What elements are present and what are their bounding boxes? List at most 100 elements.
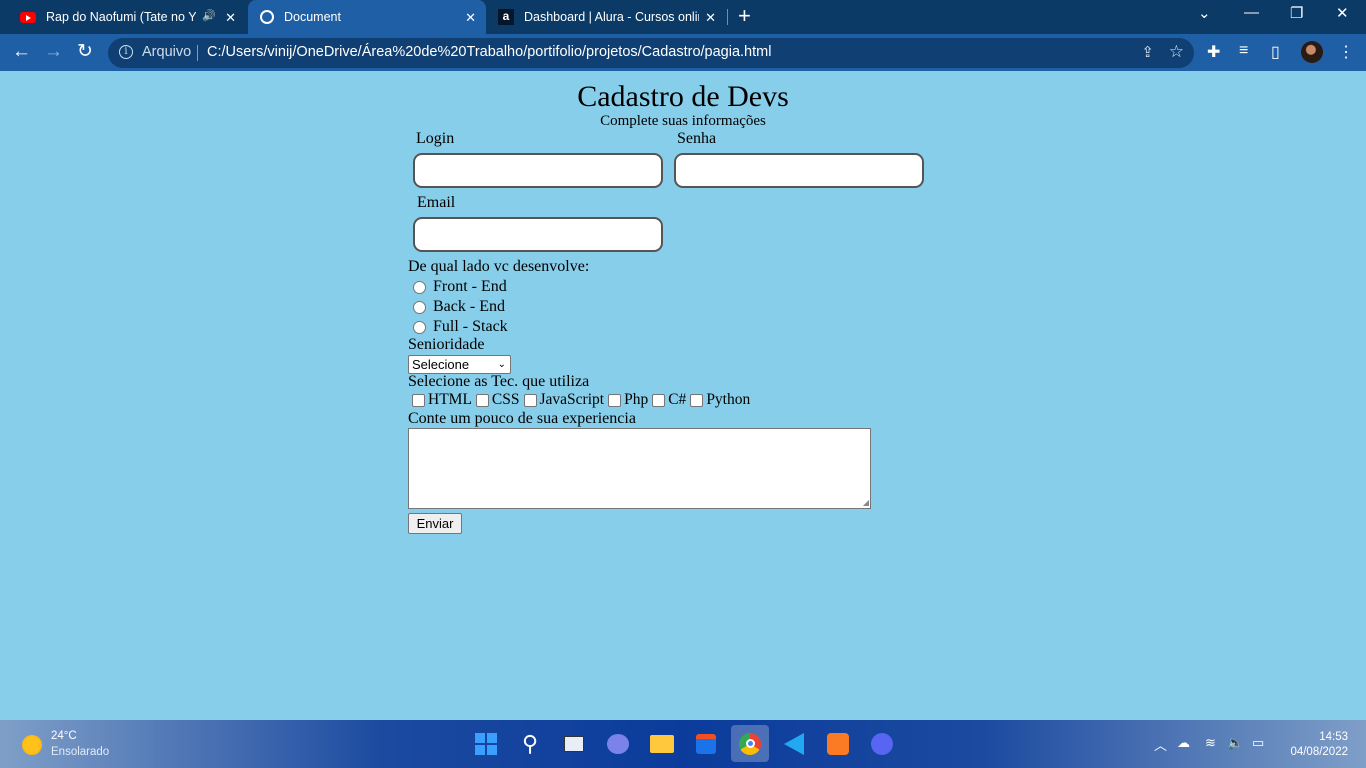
teams-chat-icon[interactable] [602,728,634,760]
onedrive-cloud-icon[interactable]: ☁ [1177,735,1190,751]
checkbox-label: C# [668,391,687,408]
microsoft-store-icon[interactable] [690,728,722,760]
radio-label: Back - End [433,298,505,315]
chevron-up-icon[interactable]: ︿ [1154,735,1167,754]
info-icon[interactable]: i [119,45,133,59]
sun-icon[interactable] [22,735,42,755]
task-view-icon[interactable] [558,728,590,760]
radio-back-end[interactable]: Back - End [413,298,505,316]
chevron-down-icon: ⌄ [497,359,506,370]
close-tab-icon[interactable]: ✕ [225,10,236,26]
checkbox-label: Python [706,391,751,408]
submit-button[interactable]: Enviar [408,513,462,534]
checkbox-label: HTML [428,391,472,408]
alura-icon: a [498,9,514,25]
speaker-icon[interactable]: 🔊 [202,9,216,22]
tab-title: Dashboard | Alura - Cursos online [524,10,699,24]
email-label: Email [417,194,456,211]
tab-alura[interactable]: a Dashboard | Alura - Cursos online ✕ [488,0,726,34]
profile-avatar[interactable] [1301,41,1323,63]
radio-button[interactable] [413,280,426,294]
windows-taskbar: 24°C Ensolarado ⚲ ︿ ☁ ≋ 🔈 ▭ 14:53 04/08/… [0,720,1366,768]
experience-label: Conte um pouco de sua experiencia [408,410,636,427]
menu-icon[interactable]: ⋮ [1338,42,1354,62]
checkbox-label: CSS [491,391,520,408]
login-label: Login [416,130,455,147]
tab-divider [727,9,728,25]
youtube-icon [20,11,36,23]
scheme-label: Arquivo [142,44,192,60]
radio-button[interactable] [413,320,426,334]
tab-document[interactable]: Document ✕ [248,0,486,34]
radio-label: Front - End [433,278,507,295]
search-icon[interactable]: ⚲ [514,728,546,760]
extensions-icon[interactable]: ✚ [1207,42,1220,62]
seniority-select[interactable]: Selecione ⌄ [408,355,511,374]
reload-button[interactable]: ↻ [77,40,93,64]
tab-youtube[interactable]: Rap do Naofumi (Tate no Yu 🔊 ✕ [10,0,246,34]
battery-icon[interactable]: ▭ [1252,735,1264,751]
new-tab-button[interactable]: + [738,4,751,28]
checkbox-label: JavaScript [539,391,605,408]
globe-icon [260,10,274,24]
checkbox-python[interactable] [690,393,704,407]
start-button[interactable] [470,728,502,760]
file-explorer-icon[interactable] [646,728,678,760]
browser-tab-strip: Rap do Naofumi (Tate no Yu 🔊 ✕ Document … [0,0,1366,34]
clock-time: 14:53 [1319,731,1348,743]
clock[interactable]: 14:53 04/08/2022 [1290,730,1348,760]
minimize-button[interactable]: — [1244,4,1259,21]
seniority-label: Senioridade [408,336,485,353]
tech-label: Selecione as Tec. que utiliza [408,373,590,390]
radio-label: Full - Stack [433,318,508,335]
checkbox-html[interactable] [412,393,425,407]
radio-full-stack[interactable]: Full - Stack [413,318,508,336]
weather-temp[interactable]: 24°C [51,730,77,742]
url-text[interactable]: C:/Users/vinij/OneDrive/Área%20de%20Trab… [207,44,771,60]
bookmark-star-icon[interactable]: ☆ [1169,42,1184,62]
page-subtitle: Complete suas informações [600,113,766,129]
share-icon[interactable]: ⇪ [1141,43,1154,61]
page-title: Cadastro de Devs [577,80,789,113]
senha-input[interactable] [674,153,924,188]
xampp-icon[interactable] [822,728,854,760]
senha-label: Senha [677,130,717,147]
forward-button[interactable]: → [44,40,63,64]
email-input[interactable] [413,217,663,252]
windows-icon [475,733,497,755]
experience-textarea[interactable]: ◢ [408,428,871,509]
weather-condition[interactable]: Ensolarado [51,746,109,758]
side-panel-icon[interactable]: ▯ [1271,42,1280,62]
side-question: De qual lado vc desenvolve: [408,258,590,275]
close-tab-icon[interactable]: ✕ [465,10,476,26]
tab-search-icon[interactable]: ⌄ [1198,4,1211,22]
discord-icon[interactable] [866,728,898,760]
page-content: Cadastro de Devs Complete suas informaçõ… [0,71,1366,720]
chrome-icon[interactable] [731,725,769,762]
tab-title: Rap do Naofumi (Tate no Yu [46,10,196,24]
radio-front-end[interactable]: Front - End [413,278,507,296]
address-bar[interactable]: i Arquivo C:/Users/vinij/OneDrive/Área%2… [108,38,1194,68]
radio-button[interactable] [413,300,426,314]
restore-button[interactable]: ❐ [1290,4,1303,22]
address-divider [197,45,198,61]
resize-grip-icon[interactable]: ◢ [863,499,869,507]
volume-icon[interactable]: 🔈 [1227,735,1243,751]
clock-date: 04/08/2022 [1290,746,1348,758]
close-tab-icon[interactable]: ✕ [705,10,716,26]
checkbox-label: Php [624,391,649,408]
checkbox-css[interactable] [475,393,489,407]
browser-toolbar: ← → ↻ i Arquivo C:/Users/vinij/OneDrive/… [0,34,1366,71]
select-value: Selecione [412,357,470,372]
wifi-icon[interactable]: ≋ [1205,735,1216,751]
close-window-button[interactable]: ✕ [1336,4,1349,22]
checkbox-csharp[interactable] [652,393,666,407]
back-button[interactable]: ← [12,40,31,64]
checkbox-javascript[interactable] [523,393,537,407]
login-input[interactable] [413,153,663,188]
media-control-icon[interactable]: ≡ [1239,42,1248,60]
tab-title: Document [284,10,341,24]
checkbox-php[interactable] [608,393,622,407]
vscode-icon[interactable] [778,728,810,760]
tech-checkbox-group: HTML CSS JavaScript Php C# Python [412,391,754,409]
